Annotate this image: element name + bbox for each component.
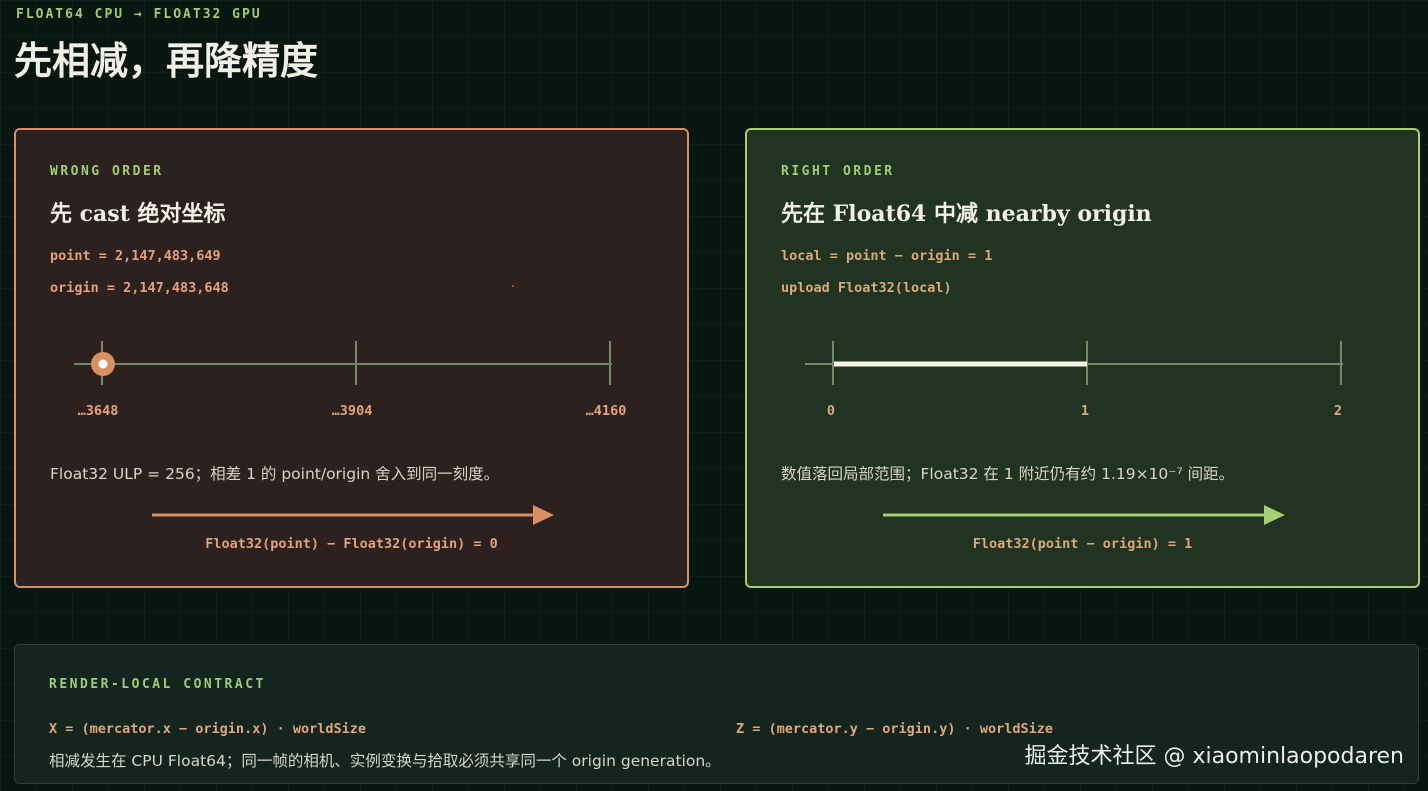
right-order-note: 数值落回局部范围；Float32 在 1 附近仍有约 1.19×10⁻⁷ 间距。 [781, 465, 1235, 483]
eyebrow-label: FLOAT64 CPU → FLOAT32 GPU [16, 7, 262, 22]
wrong-order-heading: 先 cast 绝对坐标 [50, 201, 226, 227]
right-tick-label-1: 1 [1080, 403, 1090, 419]
wrong-order-note: Float32 ULP = 256；相差 1 的 point/origin 舍入… [50, 465, 500, 483]
right-number-line [805, 341, 1343, 385]
contract-label: RENDER-LOCAL CONTRACT [49, 677, 266, 692]
point-value: point = 2,147,483,649 [50, 248, 221, 264]
right-order-panel: RIGHT ORDER 先在 Float64 中减 nearby origin … [745, 128, 1420, 588]
upload-line: upload Float32(local) [781, 280, 952, 296]
page-title: 先相减，再降精度 [14, 38, 319, 83]
wrong-tick-label-0: …3648 [77, 403, 119, 419]
wrong-arrow [152, 505, 554, 525]
right-arrow [883, 505, 1285, 525]
right-tick-label-2: 2 [1333, 403, 1343, 419]
wrong-order-label: WRONG ORDER [50, 164, 164, 179]
right-order-label: RIGHT ORDER [781, 164, 895, 179]
stray-dot [512, 285, 514, 287]
right-tick-label-0: 0 [826, 403, 836, 419]
watermark: 掘金技术社区 @ xiaominlaopodaren [1024, 744, 1404, 769]
contract-note: 相减发生在 CPU Float64；同一帧的相机、实例变换与拾取必须共享同一个 … [49, 752, 721, 770]
wrong-order-panel: WRONG ORDER 先 cast 绝对坐标 point = 2,147,48… [14, 128, 689, 588]
right-order-result: Float32(point − origin) = 1 [972, 536, 1193, 552]
wrong-number-line [74, 341, 612, 385]
wrong-order-result: Float32(point) − Float32(origin) = 0 [205, 536, 498, 552]
wrong-tick-label-2: …4160 [585, 403, 627, 419]
right-order-heading: 先在 Float64 中减 nearby origin [781, 201, 1152, 227]
wrong-tick-label-1: …3904 [331, 403, 373, 419]
rounded-point-center [98, 359, 108, 369]
origin-value: origin = 2,147,483,648 [50, 280, 229, 296]
formula-x: X = (mercator.x − origin.x) · worldSize [49, 721, 366, 737]
local-value: local = point − origin = 1 [781, 248, 993, 264]
formula-z: Z = (mercator.y − origin.y) · worldSize [736, 721, 1053, 737]
